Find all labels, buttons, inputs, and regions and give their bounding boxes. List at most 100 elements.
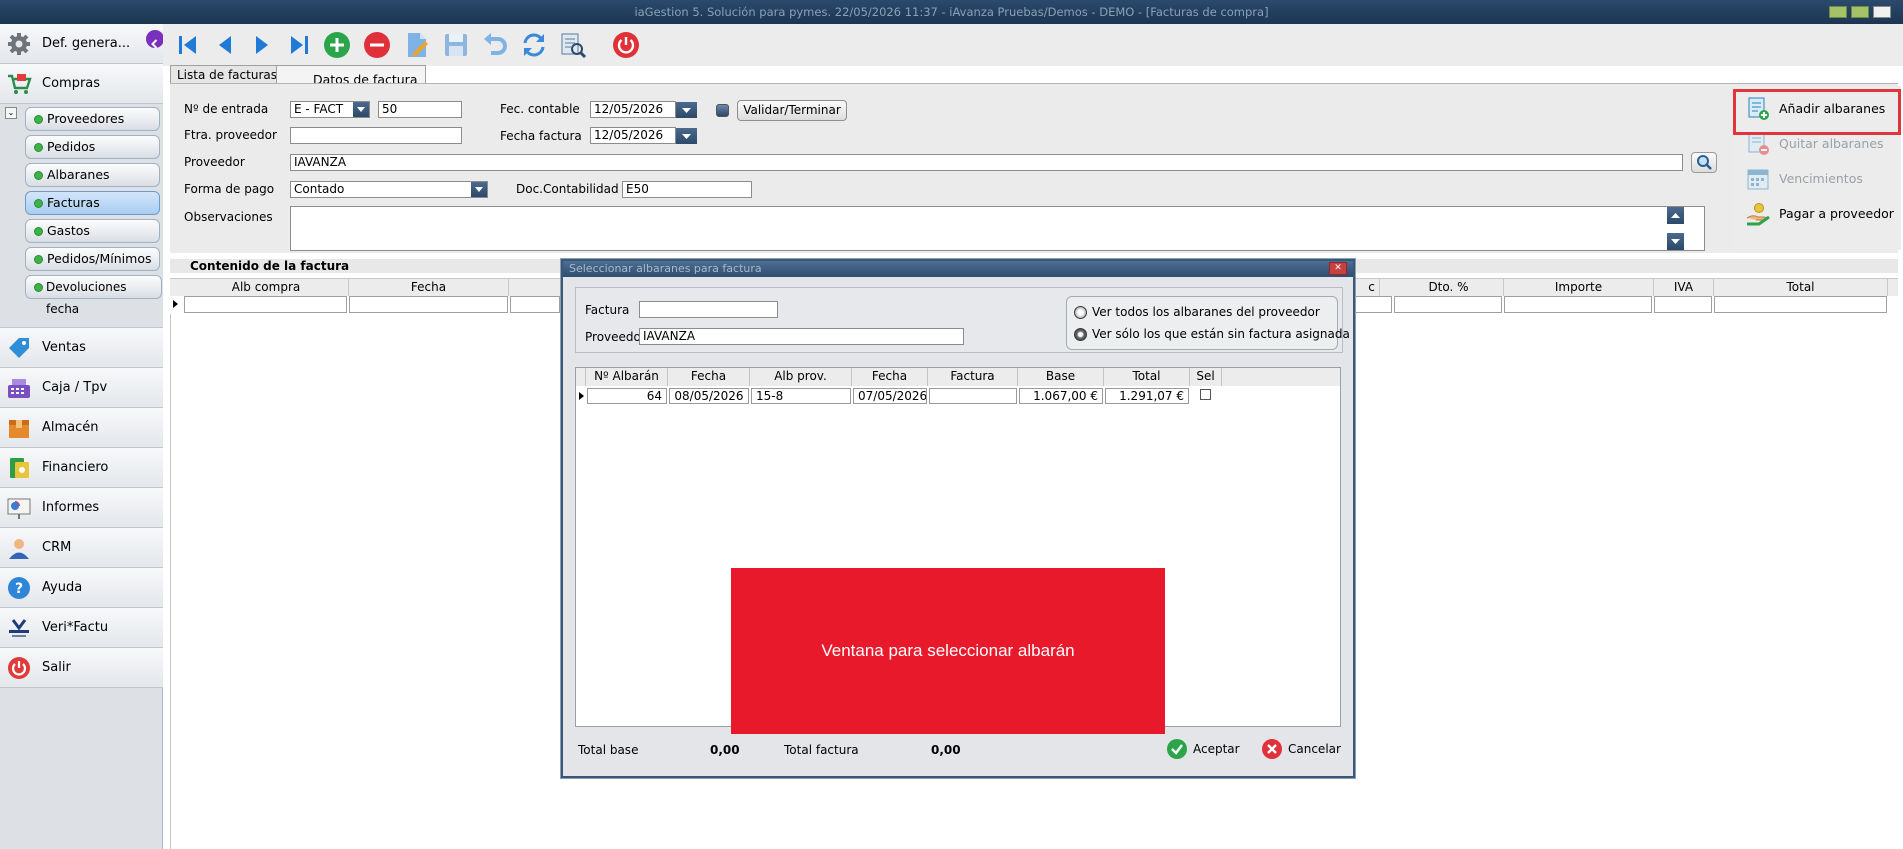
column-header[interactable]: Fecha: [668, 368, 750, 386]
invoice-field[interactable]: [639, 301, 778, 318]
entry-series-select[interactable]: E - FACT: [290, 101, 370, 118]
column-header[interactable]: Alb prov.: [750, 368, 852, 386]
last-record-button[interactable]: [285, 31, 313, 59]
power-off-icon[interactable]: [612, 31, 640, 59]
table-cell[interactable]: 1.291,07 €: [1105, 388, 1189, 404]
module-def-general[interactable]: Def. genera...: [0, 24, 164, 64]
edit-document-icon[interactable]: [403, 31, 431, 59]
accounting-date-field[interactable]: 12/05/2026: [590, 101, 676, 118]
doc-accounting-field[interactable]: E50: [622, 181, 752, 198]
module-almacen[interactable]: Almacén: [0, 408, 163, 448]
maximize-button[interactable]: [1851, 6, 1869, 18]
dialog-title-bar: Seleccionar albaranes para factura ✕: [563, 261, 1353, 277]
module-compras[interactable]: Compras: [0, 64, 163, 104]
supplier-label: Proveedor: [184, 155, 245, 169]
power-icon: [6, 656, 32, 680]
tab-lista-de-facturas[interactable]: Lista de facturas: [170, 65, 284, 84]
close-window-button[interactable]: [1873, 6, 1891, 18]
table-cell[interactable]: [1714, 296, 1887, 313]
pay-supplier-button[interactable]: Pagar a proveedor: [1743, 200, 1894, 228]
module-caja-tpv[interactable]: Caja / Tpv: [0, 368, 163, 408]
module-crm[interactable]: CRM: [0, 528, 163, 568]
module-informes[interactable]: Informes: [0, 488, 163, 528]
invoice-form: Nº de entrada E - FACT 50 Fec. contable …: [170, 83, 1898, 253]
table-cell[interactable]: [1354, 296, 1392, 313]
column-header[interactable]: Total: [1714, 279, 1888, 297]
radio-unassigned-notes[interactable]: [1074, 328, 1087, 341]
table-cell[interactable]: 07/05/2026: [853, 388, 927, 404]
first-record-button[interactable]: [174, 31, 202, 59]
submenu-pedidos[interactable]: Pedidos: [25, 135, 160, 159]
column-header[interactable]: Total: [1104, 368, 1190, 386]
column-header[interactable]: c: [1364, 279, 1380, 297]
invoice-date-field[interactable]: 12/05/2026: [590, 127, 676, 144]
table-cell[interactable]: 64: [587, 388, 667, 404]
table-cell[interactable]: [1504, 296, 1652, 313]
submenu-pedidos-minimos[interactable]: Pedidos/Mínimos: [25, 247, 160, 271]
table-cell[interactable]: [184, 296, 347, 313]
column-header[interactable]: Importe: [1504, 279, 1654, 297]
supplier-invoice-label: Ftra. proveedor: [184, 128, 277, 142]
column-header[interactable]: Base: [1018, 368, 1104, 386]
column-header[interactable]: Alb compra: [184, 279, 349, 297]
column-header[interactable]: IVA: [1654, 279, 1714, 297]
supplier-label: Proveedor: [585, 330, 646, 344]
module-verifactu[interactable]: Veri*Factu: [0, 608, 163, 648]
submenu-proveedores[interactable]: Proveedores: [25, 107, 160, 131]
submenu-devoluciones-fecha[interactable]: Devoluciones fecha: [25, 275, 162, 316]
calendar-dropdown-icon[interactable]: [676, 128, 697, 144]
column-header[interactable]: Factura: [928, 368, 1018, 386]
submenu-facturas[interactable]: Facturas: [25, 191, 160, 215]
column-header[interactable]: Nº Albarán: [586, 368, 668, 386]
table-cell[interactable]: 1.067,00 €: [1019, 388, 1103, 404]
module-ayuda[interactable]: ? Ayuda: [0, 568, 163, 608]
refresh-icon[interactable]: [520, 31, 548, 59]
save-icon[interactable]: [442, 31, 470, 59]
module-label: Informes: [42, 500, 100, 515]
validate-checkbox[interactable]: [716, 104, 729, 117]
table-cell[interactable]: [510, 296, 560, 313]
filter-radio-group: Ver todos los albaranes del proveedor Ve…: [1066, 296, 1350, 350]
delete-record-button[interactable]: [363, 31, 391, 59]
calendar-dropdown-icon[interactable]: [676, 102, 697, 118]
table-cell[interactable]: 15-8: [751, 388, 851, 404]
select-checkbox[interactable]: [1200, 389, 1211, 400]
due-dates-button[interactable]: Vencimientos: [1743, 165, 1893, 193]
column-header[interactable]: Fecha: [852, 368, 928, 386]
table-cell[interactable]: [929, 388, 1017, 404]
column-header[interactable]: Sel: [1190, 368, 1222, 386]
notes-textarea[interactable]: [290, 206, 1705, 251]
supplier-field[interactable]: IAVANZA: [639, 328, 964, 345]
previous-record-button[interactable]: [211, 31, 239, 59]
add-record-button[interactable]: [323, 31, 351, 59]
module-financiero[interactable]: Financiero: [0, 448, 163, 488]
table-cell[interactable]: 08/05/2026: [669, 388, 749, 404]
supplier-invoice-field[interactable]: [290, 127, 462, 144]
validate-terminate-button[interactable]: Validar/Terminar: [737, 100, 847, 121]
radio-all-notes[interactable]: [1074, 306, 1087, 319]
module-salir[interactable]: Salir: [0, 648, 163, 688]
next-record-button[interactable]: [248, 31, 276, 59]
collapse-submenu-icon[interactable]: ⌄: [5, 107, 17, 119]
cancel-button[interactable]: Cancelar: [1262, 739, 1344, 759]
close-icon[interactable]: ✕: [1329, 262, 1347, 275]
column-header[interactable]: Dto. %: [1394, 279, 1504, 297]
undo-icon[interactable]: [481, 31, 509, 59]
collapse-sidebar-icon[interactable]: [146, 30, 164, 49]
minimize-button[interactable]: [1829, 6, 1847, 18]
entry-number-field[interactable]: 50: [378, 101, 462, 118]
search-supplier-button[interactable]: [1691, 152, 1717, 173]
column-header[interactable]: Fecha: [349, 279, 509, 297]
payment-select[interactable]: Contado: [290, 181, 488, 198]
submenu-albaranes[interactable]: Albaranes: [25, 163, 160, 187]
table-cell[interactable]: [349, 296, 508, 313]
module-ventas[interactable]: Ventas: [0, 328, 163, 368]
accept-button[interactable]: Aceptar: [1167, 739, 1245, 759]
table-cell[interactable]: [1654, 296, 1712, 313]
supplier-field[interactable]: IAVANZA: [290, 154, 1683, 171]
submenu-gastos[interactable]: Gastos: [25, 219, 160, 243]
search-list-icon[interactable]: [559, 31, 587, 59]
scroll-down-icon[interactable]: [1667, 233, 1684, 250]
scroll-up-icon[interactable]: [1667, 207, 1684, 224]
table-cell[interactable]: [1394, 296, 1502, 313]
